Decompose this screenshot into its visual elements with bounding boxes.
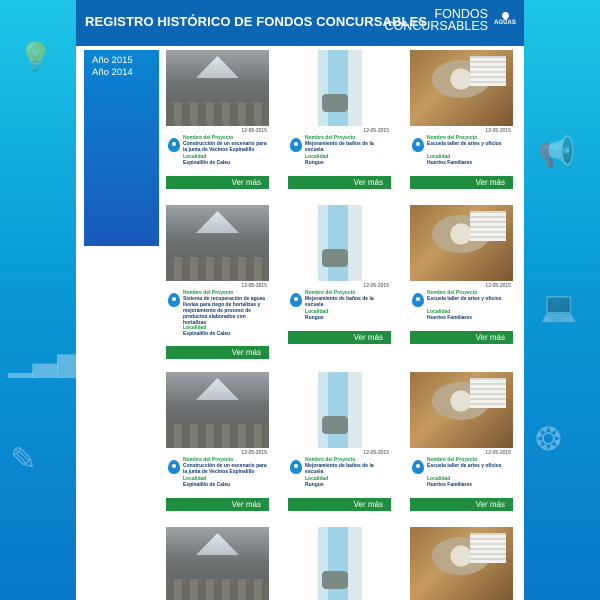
brain-icon: ❂ (535, 420, 562, 458)
sidebar-year-2014[interactable]: Año 2014 (84, 67, 159, 79)
locality-value: Rungue (305, 160, 324, 166)
project-photo[interactable] (166, 205, 269, 281)
project-photo[interactable] (288, 372, 391, 448)
project-card[interactable]: 12-05-2015 Nombre del Proyecto Mejoramie… (288, 50, 391, 190)
locality-value: Huertos Familiares (427, 482, 473, 488)
ver-mas-button[interactable]: Ver más (288, 498, 391, 511)
project-card[interactable]: 12-05-2015 Nombre del Proyecto Escuela t… (410, 50, 513, 190)
project-card[interactable]: 12-05-2015 Nombre del Proyecto Construcc… (166, 372, 269, 512)
project-card[interactable]: 12-05-2015 Nombre del Proyecto Mejoramie… (288, 205, 391, 345)
project-photo[interactable] (166, 50, 269, 126)
water-drop-icon (168, 138, 180, 152)
brand-mark: AGUAS (492, 10, 518, 26)
ver-mas-button[interactable]: Ver más (166, 498, 269, 511)
project-date: 12-05-2015 (363, 283, 389, 289)
project-photo[interactable] (410, 205, 513, 281)
project-card[interactable]: 12-05-2015 Nombre del Proyecto Escuela t… (410, 372, 513, 512)
bar-chart-icon: ▁▃▅ (8, 340, 82, 378)
brand-line2: CONCURSABLES (384, 19, 489, 33)
project-name: Escuela taller de artes y oficios (427, 463, 502, 469)
brand-logo[interactable]: FONDOS CONCURSABLES AGUAS (384, 8, 519, 33)
ver-mas-button[interactable]: Ver más (166, 176, 269, 189)
project-date: 12-05-2015 (241, 128, 267, 134)
project-card[interactable] (288, 527, 391, 600)
project-photo[interactable] (166, 372, 269, 448)
locality-value: Espinalillo de Caleu (183, 331, 231, 337)
locality-value: Rungue (305, 482, 324, 488)
megaphone-icon: 📢 (538, 135, 576, 170)
sidebar-year-2015[interactable]: Año 2015 (84, 55, 159, 67)
project-photo[interactable] (166, 527, 269, 600)
project-date: 12-05-2015 (485, 450, 511, 456)
project-photo[interactable] (410, 527, 513, 600)
project-name: Construcción de un escenario para la jun… (183, 141, 267, 153)
ver-mas-button[interactable]: Ver más (410, 331, 513, 344)
water-drop-icon (412, 138, 424, 152)
project-date: 12-05-2015 (485, 283, 511, 289)
project-name: Mejoramiento de baños de la escuela (305, 296, 374, 308)
project-photo[interactable] (288, 205, 391, 281)
project-photo[interactable] (288, 50, 391, 126)
locality-value: Huertos Familiares (427, 160, 473, 166)
project-card[interactable] (166, 527, 269, 600)
water-drop-icon (500, 10, 510, 21)
locality-value: Huertos Familiares (427, 315, 473, 321)
ver-mas-button[interactable]: Ver más (288, 331, 391, 344)
project-name: Sistema de recuperación de aguas lluvias… (183, 296, 266, 326)
page-header: REGISTRO HISTÓRICO DE FONDOS CONCURSABLE… (76, 0, 524, 46)
ver-mas-button[interactable]: Ver más (410, 498, 513, 511)
project-card[interactable] (410, 527, 513, 600)
locality-value: Espinalillo de Caleu (183, 160, 231, 166)
project-date: 12-05-2015 (363, 128, 389, 134)
project-date: 12-05-2015 (241, 283, 267, 289)
water-drop-icon (290, 293, 302, 307)
project-photo[interactable] (410, 50, 513, 126)
project-card[interactable]: 12-05-2015 Nombre del Proyecto Construcc… (166, 50, 269, 190)
project-date: 12-05-2015 (485, 128, 511, 134)
locality-value: Espinalillo de Caleu (183, 482, 231, 488)
pencil-icon: ✎ (10, 440, 37, 478)
water-drop-icon (412, 460, 424, 474)
project-photo[interactable] (410, 372, 513, 448)
project-card[interactable]: 12-05-2015 Nombre del Proyecto Sistema d… (166, 205, 269, 359)
ver-mas-button[interactable]: Ver más (166, 346, 269, 359)
project-date: 12-05-2015 (363, 450, 389, 456)
project-name: Escuela taller de artes y oficios (427, 141, 502, 147)
water-drop-icon (290, 138, 302, 152)
year-sidebar: Año 2015 Año 2014 (84, 50, 159, 246)
water-drop-icon (290, 460, 302, 474)
water-drop-icon (412, 293, 424, 307)
idea-bulb-icon: 💡 (18, 40, 53, 73)
project-card[interactable]: 12-05-2015 Nombre del Proyecto Mejoramie… (288, 372, 391, 512)
water-drop-icon (168, 460, 180, 474)
project-date: 12-05-2015 (241, 450, 267, 456)
ver-mas-button[interactable]: Ver más (288, 176, 391, 189)
project-name: Mejoramiento de baños de la escuela (305, 141, 374, 153)
locality-value: Rungue (305, 315, 324, 321)
project-name: Mejoramiento de baños de la escuela (305, 463, 374, 475)
project-card[interactable]: 12-05-2015 Nombre del Proyecto Escuela t… (410, 205, 513, 345)
project-name: Escuela taller de artes y oficios (427, 296, 502, 302)
page-title: REGISTRO HISTÓRICO DE FONDOS CONCURSABLE… (85, 14, 428, 29)
project-name: Construcción de un escenario para la jun… (183, 463, 267, 475)
water-drop-icon (168, 293, 180, 307)
laptop-icon: 💻 (540, 290, 578, 325)
project-photo[interactable] (288, 527, 391, 600)
ver-mas-button[interactable]: Ver más (410, 176, 513, 189)
content-page: REGISTRO HISTÓRICO DE FONDOS CONCURSABLE… (76, 0, 524, 600)
